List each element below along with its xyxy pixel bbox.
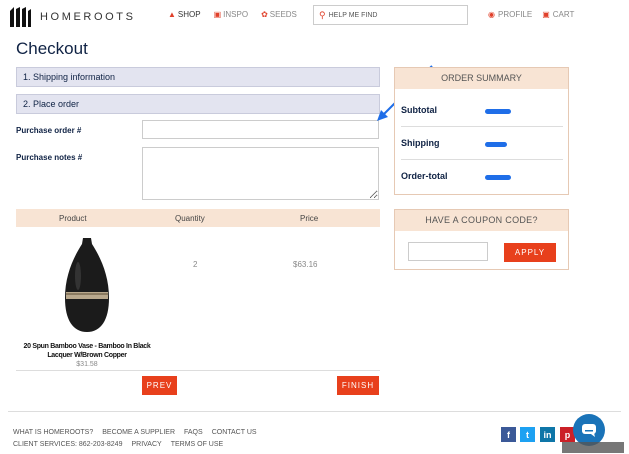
product-unit-price: $31.58 — [76, 361, 98, 368]
product-image[interactable] — [63, 236, 111, 334]
footer-client-services: CLIENT SERVICES: 862-203-8249 — [13, 441, 123, 448]
twitter-icon[interactable]: t — [520, 427, 535, 442]
footer-link-faqs[interactable]: FAQS — [184, 429, 203, 436]
redacted-value-mark — [485, 175, 511, 180]
watermark — [562, 442, 624, 453]
summary-divider — [401, 126, 563, 127]
coupon-title: HAVE A COUPON CODE? — [395, 210, 568, 231]
footer-links-row: WHAT IS HOMEROOTS? BECOME A SUPPLIER FAQ… — [13, 429, 266, 436]
product-quantity: 2 — [193, 260, 198, 269]
chat-bubble-icon — [582, 424, 596, 437]
product-line-price: $63.16 — [293, 260, 318, 269]
coupon-panel: HAVE A COUPON CODE? APPLY — [394, 209, 569, 270]
summary-order-total-label: Order-total — [401, 171, 448, 181]
apply-coupon-button[interactable]: APPLY — [504, 243, 556, 262]
coupon-code-input[interactable] — [408, 242, 488, 261]
summary-subtotal-label: Subtotal — [401, 105, 437, 115]
summary-shipping-label: Shipping — [401, 138, 440, 148]
footer-link-become-supplier[interactable]: BECOME A SUPPLIER — [102, 429, 175, 436]
footer-link-terms[interactable]: TERMS OF USE — [171, 441, 224, 448]
footer-divider — [8, 411, 621, 412]
facebook-icon[interactable]: f — [501, 427, 516, 442]
column-header-product: Product — [59, 214, 87, 223]
footer-link-what-is-homeroots[interactable]: WHAT IS HOMEROOTS? — [13, 429, 93, 436]
finish-button[interactable]: FINISH — [337, 376, 379, 395]
prev-button[interactable]: PREV — [142, 376, 177, 395]
product-table-header: Product Quantity Price — [16, 209, 380, 227]
table-divider — [16, 370, 380, 371]
footer-link-contact-us[interactable]: CONTACT US — [212, 429, 257, 436]
redacted-value-mark — [485, 109, 511, 114]
column-header-quantity: Quantity — [175, 214, 205, 223]
order-summary-panel: ORDER SUMMARY Subtotal Shipping Order-to… — [394, 67, 569, 195]
order-summary-title: ORDER SUMMARY — [395, 68, 568, 89]
footer-link-privacy[interactable]: PRIVACY — [131, 441, 161, 448]
redacted-value-mark — [485, 142, 507, 147]
linkedin-icon[interactable]: in — [540, 427, 555, 442]
summary-divider — [401, 159, 563, 160]
product-name[interactable]: 20 Spun Bamboo Vase - Bamboo In Black La… — [20, 342, 154, 360]
column-header-price: Price — [300, 214, 319, 223]
footer-info-row: CLIENT SERVICES: 862-203-8249 PRIVACY TE… — [13, 441, 232, 448]
